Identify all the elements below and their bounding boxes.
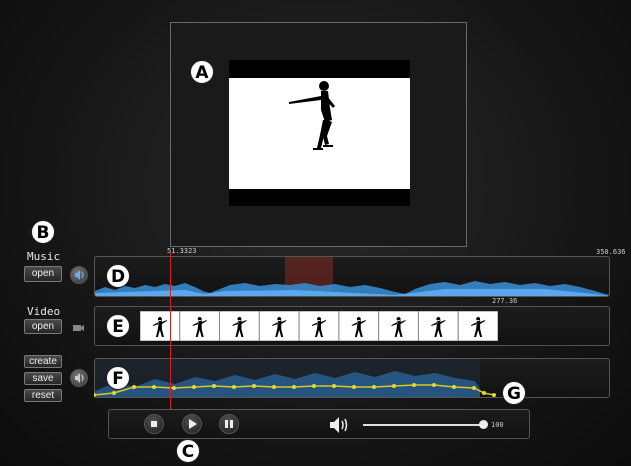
video-thumbnail	[258, 310, 300, 342]
callout-c: C	[176, 439, 200, 463]
play-icon	[189, 419, 197, 429]
callout-f: F	[106, 366, 130, 390]
video-preview-frame	[170, 22, 467, 247]
callout-d: D	[106, 264, 130, 288]
volume-slider-fill	[363, 424, 483, 426]
play-button[interactable]	[182, 414, 202, 434]
playhead[interactable]	[170, 252, 171, 410]
callout-a: A	[190, 60, 214, 84]
pause-button[interactable]	[219, 414, 239, 434]
music-duration: 350.636	[596, 248, 626, 256]
pause-icon	[225, 420, 233, 428]
video-preview-canvas	[229, 60, 410, 206]
create-button[interactable]: create	[24, 355, 62, 368]
music-speaker-toggle[interactable]	[70, 266, 88, 284]
envelope-speaker-toggle[interactable]	[70, 369, 88, 387]
video-duration: 277.36	[492, 297, 518, 305]
video-thumbnail-strip	[139, 310, 499, 342]
volume-speaker-icon[interactable]	[328, 415, 354, 435]
video-camera-icon	[70, 319, 90, 333]
video-thumbnail	[338, 310, 380, 342]
video-open-button[interactable]: open	[24, 319, 62, 334]
music-open-button[interactable]: open	[24, 266, 62, 282]
video-thumbnail	[179, 310, 221, 342]
stop-button[interactable]	[144, 414, 164, 434]
callout-b: B	[31, 220, 55, 244]
music-waveform	[95, 257, 609, 296]
skater-silhouette	[289, 81, 335, 150]
volume-slider-knob[interactable]	[479, 420, 488, 429]
video-thumbnail	[298, 310, 340, 342]
stop-icon	[151, 421, 157, 427]
video-thumbnail	[378, 310, 419, 342]
volume-value: 100	[491, 421, 504, 429]
callout-g: G	[502, 381, 526, 405]
callout-e: E	[106, 314, 130, 338]
speaker-icon	[75, 373, 84, 383]
music-label: Music	[27, 250, 61, 263]
video-frame-image	[229, 78, 410, 189]
music-waveform-track[interactable]	[94, 256, 610, 297]
video-thumbnail	[219, 310, 260, 342]
video-label: Video	[27, 305, 61, 318]
save-button[interactable]: save	[24, 372, 62, 385]
playhead-time: 51.3323	[167, 247, 197, 255]
video-thumbnail	[139, 310, 181, 342]
video-thumbnail	[457, 310, 499, 342]
thumbnail-frames	[139, 310, 499, 342]
volume-envelope-line[interactable]	[94, 375, 514, 400]
video-thumbnail	[417, 310, 459, 342]
speaker-icon	[75, 270, 84, 280]
reset-button[interactable]: reset	[24, 389, 62, 402]
volume-slider-track[interactable]	[363, 424, 483, 426]
